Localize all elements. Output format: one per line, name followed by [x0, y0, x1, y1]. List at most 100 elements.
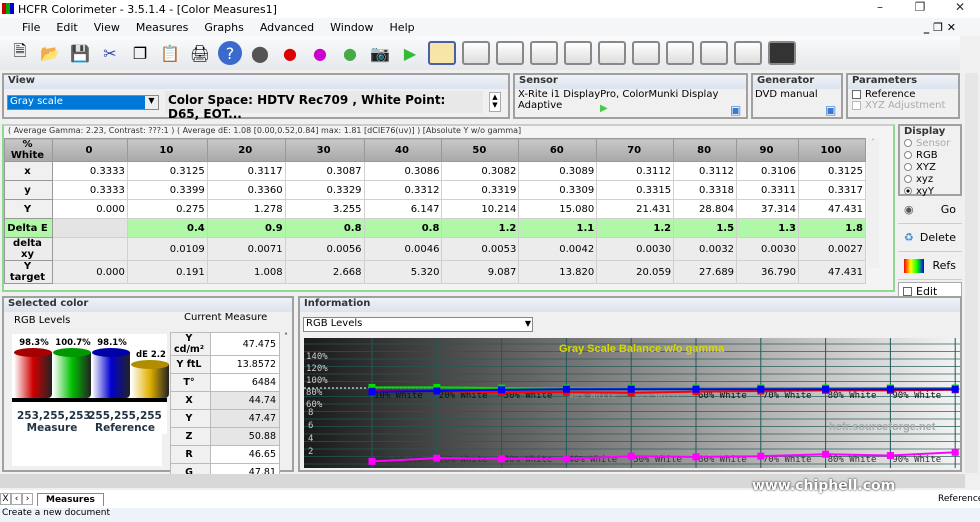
- close-button[interactable]: ✕: [940, 0, 980, 18]
- grid-cell[interactable]: 3.255: [284, 199, 365, 219]
- grid-cell[interactable]: 0.0056: [284, 237, 365, 261]
- grid-column-header[interactable]: 100: [797, 138, 867, 162]
- view-select[interactable]: Gray scale ▼: [7, 95, 159, 110]
- tab-prev-button[interactable]: ‹: [11, 493, 22, 505]
- help-icon[interactable]: ?: [218, 41, 242, 65]
- grid-cell[interactable]: 0.3317: [797, 180, 867, 200]
- color-checker-graph-icon[interactable]: [768, 41, 796, 65]
- grid-cell[interactable]: [51, 218, 128, 238]
- grid-cell[interactable]: 0.9: [206, 218, 286, 238]
- grid-cell[interactable]: 0.8: [363, 218, 443, 238]
- grid-cell[interactable]: 0.3312: [363, 180, 443, 200]
- open-folder-icon[interactable]: 📂: [38, 41, 62, 65]
- color-temp-graph-icon[interactable]: [564, 41, 592, 65]
- grid-cell[interactable]: 0.0053: [441, 237, 520, 261]
- grid-cell[interactable]: 0.0071: [206, 237, 286, 261]
- grid-cell[interactable]: 0.3309: [518, 180, 598, 200]
- grid-cell[interactable]: 1.5: [673, 218, 738, 238]
- chevron-down-icon[interactable]: ▼: [145, 96, 158, 109]
- generator-config-icon[interactable]: ▣: [825, 103, 836, 117]
- grid-cell[interactable]: 0.3329: [284, 180, 365, 200]
- grid-cell[interactable]: 28.804: [673, 199, 738, 219]
- grid-cell[interactable]: 15.080: [518, 199, 598, 219]
- grid-cell[interactable]: 0.000: [51, 260, 128, 284]
- grid-cell[interactable]: 5.320: [363, 260, 443, 284]
- grid-cell[interactable]: 0.0046: [363, 237, 443, 261]
- grid-cell[interactable]: 10.214: [441, 199, 520, 219]
- grid-cell[interactable]: 0.3125: [797, 161, 867, 181]
- grid-cell[interactable]: 0.0030: [596, 237, 675, 261]
- grid-column-header[interactable]: 10: [126, 138, 208, 162]
- grid-cell[interactable]: 37.314: [736, 199, 799, 219]
- sensor-config-icon[interactable]: ▣: [730, 103, 741, 117]
- camera-icon[interactable]: 📷: [368, 41, 392, 65]
- cut-icon[interactable]: ✂: [98, 41, 122, 65]
- copy-icon[interactable]: ❐: [128, 41, 152, 65]
- saturation-shift-graph-icon[interactable]: [734, 41, 762, 65]
- grid-column-header[interactable]: 20: [206, 138, 286, 162]
- grid-cell[interactable]: 36.790: [736, 260, 799, 284]
- grid-cell[interactable]: 1.278: [206, 199, 286, 219]
- grid-cell[interactable]: 0.0042: [518, 237, 598, 261]
- menu-advanced[interactable]: Advanced: [260, 21, 314, 34]
- print-icon[interactable]: 🖨: [188, 41, 212, 65]
- grid-column-header[interactable]: 80: [673, 138, 738, 162]
- grid-cell[interactable]: 0.3318: [673, 180, 738, 200]
- grid-column-header[interactable]: 90: [736, 138, 799, 162]
- go-button[interactable]: ◉ Go: [898, 196, 962, 224]
- grid-cell[interactable]: 0.275: [126, 199, 208, 219]
- near-white-graph-icon[interactable]: [666, 41, 694, 65]
- grid-cell[interactable]: [51, 237, 128, 261]
- main-vertical-scrollbar[interactable]: [965, 73, 978, 473]
- saturation-icon[interactable]: ●: [338, 41, 362, 65]
- grid-cell[interactable]: 1.1: [518, 218, 598, 238]
- play-icon[interactable]: ▶: [600, 103, 608, 114]
- menu-view[interactable]: View: [94, 21, 120, 34]
- grid-column-header[interactable]: 50: [441, 138, 520, 162]
- close-tab-button[interactable]: X: [0, 493, 11, 505]
- new-document-icon[interactable]: 🗎: [8, 41, 32, 65]
- grid-cell[interactable]: 0.3117: [206, 161, 286, 181]
- chevron-down-icon[interactable]: ▼: [525, 319, 531, 328]
- grid-cell[interactable]: 0.8: [284, 218, 365, 238]
- grid-cell[interactable]: 0.0109: [126, 237, 208, 261]
- grid-cell[interactable]: 0.3399: [126, 180, 208, 200]
- xyz-adjustment-checkbox[interactable]: [852, 101, 861, 110]
- grid-cell[interactable]: 0.3112: [673, 161, 738, 181]
- display-radio-xyz[interactable]: xyz: [904, 173, 960, 185]
- measures-view-icon[interactable]: [428, 41, 456, 65]
- save-icon[interactable]: 💾: [68, 41, 92, 65]
- view-spinner[interactable]: ▲ ▼: [489, 92, 501, 112]
- grid-vertical-scrollbar[interactable]: ˄: [867, 138, 879, 268]
- grid-column-header[interactable]: 40: [363, 138, 443, 162]
- rgb-levels-graph-icon[interactable]: [530, 41, 558, 65]
- restore-button[interactable]: ❐: [900, 0, 940, 18]
- cie-chart-icon[interactable]: [598, 41, 626, 65]
- grid-cell[interactable]: 0.3112: [596, 161, 675, 181]
- grid-column-header[interactable]: 0: [51, 138, 128, 162]
- grid-cell[interactable]: 0.3089: [518, 161, 598, 181]
- grid-cell[interactable]: 0.3315: [596, 180, 675, 200]
- paste-icon[interactable]: 📋: [158, 41, 182, 65]
- luminance-graph-icon[interactable]: [496, 41, 524, 65]
- refs-button[interactable]: Refs: [898, 252, 962, 280]
- near-black-graph-icon[interactable]: [632, 41, 660, 65]
- grid-column-header[interactable]: 60: [518, 138, 598, 162]
- grid-column-header[interactable]: 70: [596, 138, 675, 162]
- grid-cell[interactable]: 0.3319: [441, 180, 520, 200]
- grid-cell[interactable]: 0.3125: [126, 161, 208, 181]
- grid-cell[interactable]: 1.3: [736, 218, 799, 238]
- display-radio-rgb[interactable]: RGB: [904, 149, 960, 161]
- menu-window[interactable]: Window: [330, 21, 373, 34]
- display-radio-sensor[interactable]: Sensor: [904, 137, 960, 149]
- menu-file[interactable]: File: [22, 21, 40, 34]
- tab-next-button[interactable]: ›: [22, 493, 33, 505]
- play-icon[interactable]: ▶: [398, 41, 422, 65]
- delete-button[interactable]: ♻ Delete: [898, 224, 962, 252]
- grid-cell[interactable]: 0.4: [126, 218, 208, 238]
- grid-cell[interactable]: 0.3311: [736, 180, 799, 200]
- grid-cell[interactable]: 0.3333: [51, 161, 128, 181]
- grid-cell[interactable]: 27.689: [673, 260, 738, 284]
- grid-cell[interactable]: 1.8: [797, 218, 867, 238]
- grid-cell[interactable]: 6.147: [363, 199, 443, 219]
